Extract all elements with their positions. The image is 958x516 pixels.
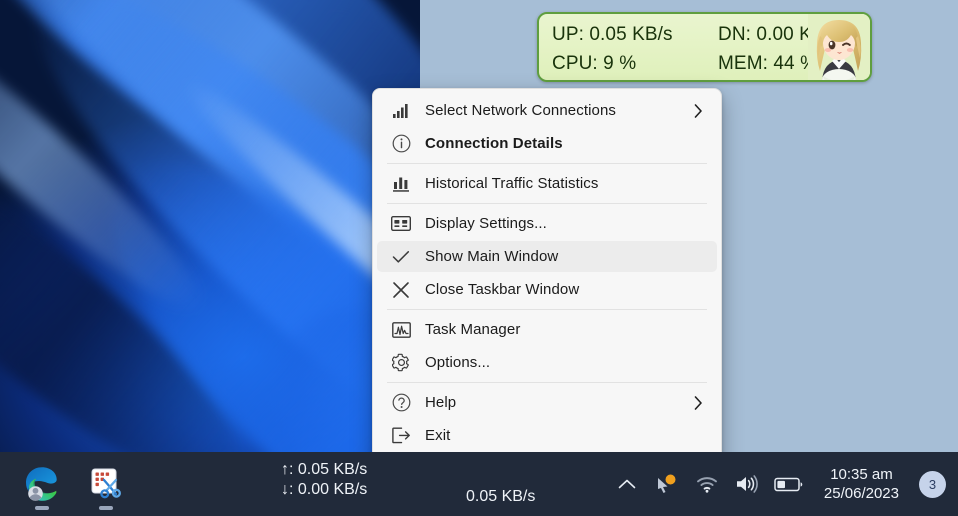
menu-item-exit[interactable]: Exit (377, 420, 717, 451)
chevron-right-icon (694, 103, 703, 118)
widget-avatar-image (808, 14, 870, 80)
windows-taskbar[interactable]: ↑: 0.05 KB/s ↓: 0.00 KB/s 0.05 KB/s 10:3… (0, 452, 958, 516)
taskbar-total-speed: 0.05 KB/s (466, 488, 536, 505)
menu-separator (387, 163, 707, 164)
task-manager-icon (377, 321, 425, 338)
menu-separator (387, 382, 707, 383)
info-circle-icon (377, 134, 425, 153)
menu-item-options[interactable]: Options... (377, 347, 717, 378)
menu-item-display-settings[interactable]: Display Settings... (377, 208, 717, 239)
checkmark-icon (377, 250, 425, 264)
taskbar-app-buttons (0, 460, 130, 510)
menu-item-label: Connection Details (425, 135, 563, 152)
running-indicator (99, 506, 113, 510)
gear-icon (377, 353, 425, 372)
network-monitor-widget[interactable]: UP: 0.05 KB/s DN: 0.00 KB/s CPU: 9 % MEM… (537, 12, 872, 82)
network-monitor-icon[interactable] (654, 471, 680, 497)
clock-time: 10:35 am (830, 465, 893, 483)
widget-upload-value: UP: 0.05 KB/s (552, 23, 673, 45)
taskbar-item-snipping-tool[interactable] (82, 460, 130, 510)
menu-item-label: Help (425, 394, 457, 411)
taskbar-download-speed: ↓: 0.00 KB/s (281, 481, 368, 499)
exit-door-icon (377, 427, 425, 444)
menu-item-label: Close Taskbar Window (425, 281, 580, 298)
notification-badge[interactable]: 3 (919, 470, 946, 498)
bar-chart-icon (377, 175, 425, 192)
desktop-wallpaper (0, 0, 420, 458)
speaker-icon[interactable] (734, 471, 760, 497)
close-x-icon (377, 281, 425, 299)
menu-item-label: Historical Traffic Statistics (425, 175, 599, 192)
menu-item-label: Exit (425, 427, 451, 444)
chevron-up-icon[interactable] (614, 471, 640, 497)
taskbar-network-speed[interactable]: ↑: 0.05 KB/s ↓: 0.00 KB/s (281, 460, 367, 501)
clock-date: 25/06/2023 (823, 485, 899, 502)
menu-item-help[interactable]: Help (377, 387, 717, 418)
chevron-right-icon (694, 395, 703, 410)
menu-item-show-main-window[interactable]: Show Main Window (377, 241, 717, 272)
menu-item-connection-details[interactable]: Connection Details (377, 128, 717, 159)
signal-bars-icon (377, 103, 425, 119)
menu-item-label: Options... (425, 354, 491, 371)
menu-item-select-network-connections[interactable]: Select Network Connections (377, 95, 717, 126)
desktop-screen: UP: 0.05 KB/s DN: 0.00 KB/s CPU: 9 % MEM… (0, 0, 958, 516)
menu-item-close-taskbar-window[interactable]: Close Taskbar Window (377, 274, 717, 305)
menu-item-historical-traffic-statistics[interactable]: Historical Traffic Statistics (377, 168, 717, 199)
taskbar-item-microsoft-edge[interactable] (18, 460, 66, 510)
menu-item-label: Display Settings... (425, 215, 547, 232)
system-tray: 10:35 am 25/06/2023 3 (614, 452, 946, 516)
menu-item-label: Task Manager (425, 321, 521, 338)
menu-item-label: Show Main Window (425, 248, 559, 265)
battery-icon[interactable] (774, 471, 804, 497)
help-circle-icon (377, 393, 425, 412)
menu-item-task-manager[interactable]: Task Manager (377, 314, 717, 345)
tray-context-menu[interactable]: Select Network Connections Connection De… (372, 88, 722, 476)
taskbar-upload-speed: ↑: 0.05 KB/s (281, 461, 368, 478)
taskbar-clock[interactable]: 10:35 am 25/06/2023 (818, 465, 905, 504)
menu-separator (387, 203, 707, 204)
display-settings-icon (377, 216, 425, 231)
wifi-icon[interactable] (694, 471, 720, 497)
running-indicator (35, 506, 49, 510)
menu-separator (387, 309, 707, 310)
menu-item-label: Select Network Connections (425, 102, 617, 119)
widget-cpu-value: CPU: 9 % (552, 52, 637, 74)
